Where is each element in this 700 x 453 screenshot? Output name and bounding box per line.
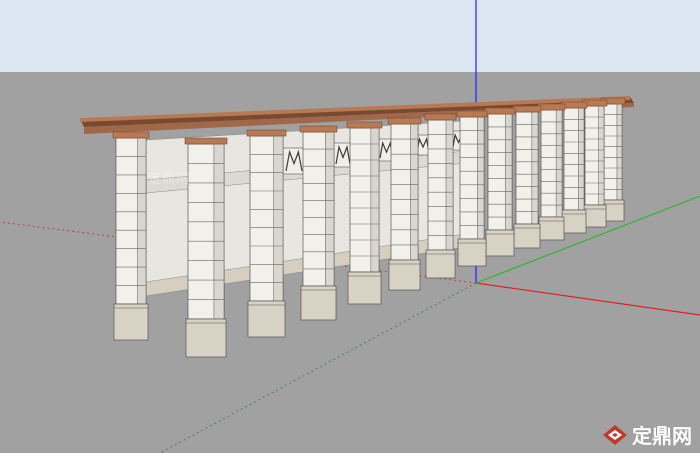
scene-canvas[interactable] xyxy=(0,0,700,453)
3d-viewport[interactable]: 定鼎网 定鼎网 xyxy=(0,0,700,453)
column xyxy=(246,129,287,338)
column xyxy=(456,110,488,267)
column xyxy=(112,131,150,341)
column xyxy=(600,97,626,222)
column xyxy=(299,125,338,321)
column xyxy=(560,101,588,234)
ornament-panel xyxy=(282,147,306,175)
brand-logo-icon xyxy=(603,424,627,445)
column xyxy=(387,117,422,291)
column xyxy=(424,113,457,279)
brand-watermark: 定鼎网 xyxy=(602,420,692,449)
column xyxy=(346,121,383,305)
brand-watermark-text: 定鼎网 xyxy=(632,424,692,448)
column xyxy=(512,105,542,249)
column xyxy=(581,99,608,228)
column xyxy=(484,107,516,257)
column xyxy=(537,103,566,241)
column xyxy=(184,137,228,358)
sky xyxy=(0,0,700,72)
faint-watermark-text: 定鼎网 xyxy=(148,172,191,187)
